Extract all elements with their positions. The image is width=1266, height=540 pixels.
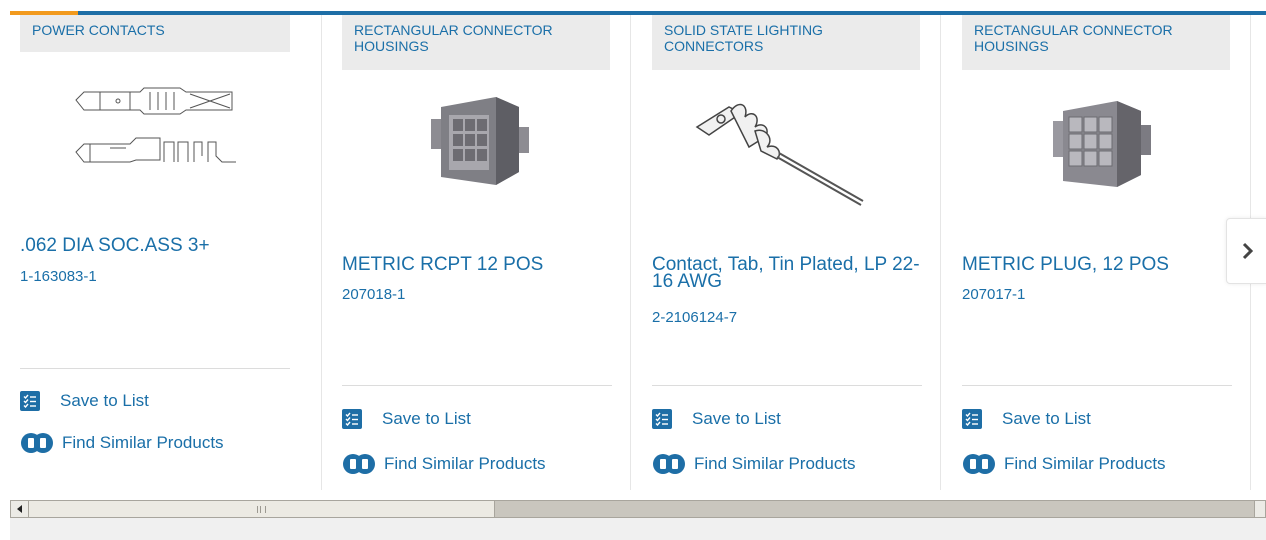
chevron-right-icon [1242, 242, 1254, 260]
part-number-link[interactable]: 207017-1 [962, 286, 1025, 303]
scroll-left-button[interactable] [11, 501, 29, 517]
product-name-link[interactable]: METRIC RCPT 12 POS [342, 255, 612, 274]
scrollbar-grip [257, 505, 266, 513]
horizontal-scrollbar[interactable] [10, 500, 1266, 518]
save-to-list-button[interactable]: Save to List [20, 391, 149, 411]
checklist-icon [342, 409, 362, 429]
save-to-list-label: Save to List [692, 409, 781, 428]
scrollbar-thumb[interactable] [29, 501, 495, 517]
card-divider [342, 385, 612, 386]
product-image[interactable] [962, 77, 1230, 207]
scroll-left-arrow-icon [16, 505, 22, 513]
find-similar-label: Find Similar Products [384, 454, 546, 473]
product-category[interactable]: POWER CONTACTS [20, 15, 290, 52]
find-similar-products-button[interactable]: Find Similar Products [652, 452, 856, 476]
card-divider [20, 368, 290, 369]
product-category[interactable]: SOLID STATE LIGHTING CONNECTORS [652, 15, 920, 70]
save-to-list-label: Save to List [382, 409, 471, 428]
checklist-icon [20, 391, 40, 411]
save-to-list-button[interactable]: Save to List [962, 409, 1091, 429]
part-number-link[interactable]: 1-163083-1 [20, 268, 97, 285]
find-similar-products-button[interactable]: Find Similar Products [20, 431, 224, 455]
product-image[interactable] [20, 70, 290, 200]
find-similar-products-button[interactable]: Find Similar Products [342, 452, 546, 476]
find-similar-label: Find Similar Products [62, 433, 224, 452]
similar-products-icon [342, 452, 376, 476]
part-number-link[interactable]: 2-2106124-7 [652, 309, 737, 326]
save-to-list-label: Save to List [60, 391, 149, 410]
find-similar-label: Find Similar Products [1004, 454, 1166, 473]
product-card: SOLID STATE LIGHTING CONNECTORS Contact,… [630, 15, 941, 490]
similar-products-icon [652, 452, 686, 476]
power-contact-drawing-icon [75, 87, 236, 163]
product-card: POWER CONTACTS .062 DIA SOC.ASS 3+ 1-163… [20, 15, 321, 490]
rectangular-plug-icon [1053, 101, 1151, 187]
bottom-panel [10, 518, 1266, 540]
product-carousel: POWER CONTACTS .062 DIA SOC.ASS 3+ 1-163… [10, 15, 1266, 495]
card-divider [962, 385, 1232, 386]
find-similar-label: Find Similar Products [694, 454, 856, 473]
product-image[interactable] [652, 87, 920, 217]
product-category[interactable]: RECTANGULAR CONNECTOR HOUSINGS [962, 15, 1230, 70]
product-card: RECTANGULAR CONNECTOR HOUSINGS METRIC PL… [940, 15, 1251, 490]
similar-products-icon [20, 431, 54, 455]
card-divider [652, 385, 922, 386]
scroll-right-button[interactable] [1254, 501, 1265, 517]
product-name-link[interactable]: METRIC PLUG, 12 POS [962, 255, 1232, 274]
carousel-next-button[interactable] [1226, 218, 1266, 284]
similar-products-icon [962, 452, 996, 476]
rectangular-receptacle-icon [431, 97, 529, 185]
save-to-list-button[interactable]: Save to List [342, 409, 471, 429]
product-card: RECTANGULAR CONNECTOR HOUSINGS METRIC RC… [321, 15, 631, 490]
tab-contact-icon [695, 103, 864, 206]
checklist-icon [962, 409, 982, 429]
save-to-list-button[interactable]: Save to List [652, 409, 781, 429]
product-category[interactable]: RECTANGULAR CONNECTOR HOUSINGS [342, 15, 610, 70]
save-to-list-label: Save to List [1002, 409, 1091, 428]
find-similar-products-button[interactable]: Find Similar Products [962, 452, 1166, 476]
product-name-link[interactable]: .062 DIA SOC.ASS 3+ [20, 236, 290, 255]
checklist-icon [652, 409, 672, 429]
part-number-link[interactable]: 207018-1 [342, 286, 405, 303]
product-name-link[interactable]: Contact, Tab, Tin Plated, LP 22-16 AWG [652, 255, 922, 291]
product-image[interactable] [342, 77, 610, 207]
